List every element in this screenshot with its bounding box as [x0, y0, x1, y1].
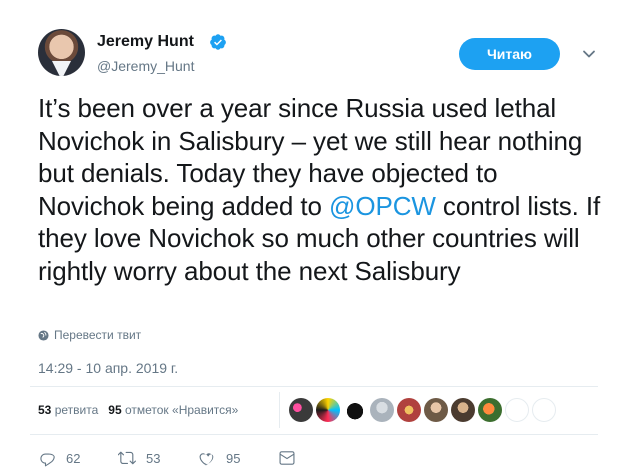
- liker-avatar[interactable]: [289, 398, 313, 422]
- chevron-down-icon[interactable]: [582, 47, 596, 61]
- author-name[interactable]: Jeremy Hunt: [97, 33, 194, 51]
- likes-stat[interactable]: 95 отметок «Нравится»: [108, 403, 238, 417]
- liker-avatar[interactable]: [532, 398, 556, 422]
- heart-icon[interactable]: [198, 449, 216, 467]
- tweet-text: It’s been over a year since Russia used …: [38, 92, 603, 287]
- retweet-count: 53: [146, 450, 161, 466]
- retweets-stat-label: ретвита: [54, 403, 99, 417]
- translate-link[interactable]: Перевести твит: [38, 328, 141, 342]
- reply-icon[interactable]: [38, 449, 56, 467]
- message-action[interactable]: [278, 449, 296, 467]
- liker-avatar[interactable]: [343, 398, 367, 422]
- likes-stat-count: 95: [108, 403, 122, 417]
- retweets-stat-count: 53: [38, 403, 52, 417]
- liker-avatar[interactable]: [478, 398, 502, 422]
- verified-badge-icon: [210, 34, 226, 50]
- envelope-icon[interactable]: [278, 449, 296, 467]
- tweet-timestamp[interactable]: 14:29 - 10 апр. 2019 г.: [38, 360, 178, 376]
- globe-icon: [38, 329, 49, 341]
- author-avatar[interactable]: [38, 29, 85, 76]
- liker-avatar[interactable]: [397, 398, 421, 422]
- retweet-icon[interactable]: [118, 449, 136, 467]
- tweet-actions: 62 53 95: [38, 449, 296, 467]
- tweet-stats: 53 ретвита 95 отметок «Нравится»: [38, 403, 238, 417]
- divider-bottom: [30, 434, 598, 435]
- liker-avatar[interactable]: [451, 398, 475, 422]
- likers-avatars: [289, 398, 556, 422]
- liker-avatar[interactable]: [505, 398, 529, 422]
- like-count: 95: [226, 450, 241, 466]
- likes-stat-label: отметок «Нравится»: [124, 403, 239, 417]
- divider-top: [30, 386, 598, 387]
- translate-label[interactable]: Перевести твит: [54, 328, 141, 342]
- retweet-action[interactable]: 53: [118, 449, 198, 467]
- liker-avatar[interactable]: [316, 398, 340, 422]
- author-handle[interactable]: @Jeremy_Hunt: [97, 58, 194, 74]
- retweets-stat[interactable]: 53 ретвита: [38, 403, 98, 417]
- following-button[interactable]: Читаю: [459, 38, 560, 70]
- liker-avatar[interactable]: [424, 398, 448, 422]
- mention-link[interactable]: @OPCW: [329, 191, 436, 221]
- stats-separator: [279, 392, 280, 428]
- reply-action[interactable]: 62: [38, 449, 118, 467]
- liker-avatar[interactable]: [370, 398, 394, 422]
- like-action[interactable]: 95: [198, 449, 278, 467]
- reply-count: 62: [66, 450, 81, 466]
